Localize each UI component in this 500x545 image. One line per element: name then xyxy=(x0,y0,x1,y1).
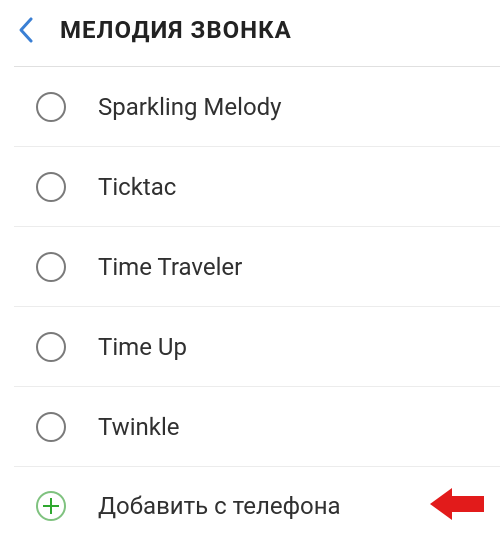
ringtone-item[interactable]: Sparkling Melody xyxy=(0,67,500,147)
ringtone-item[interactable]: Time Up xyxy=(0,307,500,387)
radio-icon xyxy=(36,172,66,202)
radio-icon xyxy=(36,92,66,122)
ringtone-label: Time Up xyxy=(98,333,187,361)
back-button[interactable] xyxy=(12,16,40,44)
plus-icon xyxy=(36,491,66,521)
ringtone-item[interactable]: Time Traveler xyxy=(0,227,500,307)
ringtone-list: Sparkling Melody Ticktac Time Traveler T… xyxy=(0,67,500,545)
ringtone-label: Time Traveler xyxy=(98,253,242,281)
chevron-left-icon xyxy=(17,16,35,44)
header: МЕЛОДИЯ ЗВОНКА xyxy=(0,0,500,56)
radio-icon xyxy=(36,252,66,282)
radio-icon xyxy=(36,412,66,442)
attention-arrow-icon xyxy=(430,487,484,525)
add-from-phone[interactable]: Добавить с телефона xyxy=(0,467,500,545)
ringtone-label: Sparkling Melody xyxy=(98,93,282,121)
radio-icon xyxy=(36,332,66,362)
ringtone-item[interactable]: Ticktac xyxy=(0,147,500,227)
page-title: МЕЛОДИЯ ЗВОНКА xyxy=(60,16,292,44)
add-label: Добавить с телефона xyxy=(98,492,341,520)
ringtone-item[interactable]: Twinkle xyxy=(0,387,500,467)
ringtone-label: Twinkle xyxy=(98,413,180,441)
ringtone-label: Ticktac xyxy=(98,173,176,201)
